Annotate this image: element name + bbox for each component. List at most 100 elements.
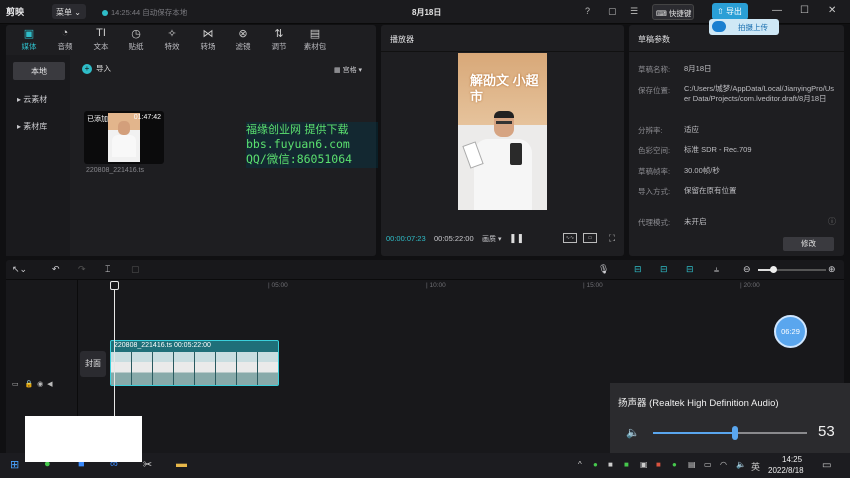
- transition-icon: ⋈: [202, 28, 214, 40]
- lock-icon[interactable]: 🔒: [24, 381, 33, 388]
- maximize-icon[interactable]: ☐: [800, 5, 809, 16]
- cover-button[interactable]: 封面: [80, 351, 106, 377]
- tray-icon[interactable]: ▣: [640, 460, 648, 469]
- tray-icon[interactable]: ●: [672, 460, 677, 469]
- upload-tooltip[interactable]: 拍摄上传: [709, 19, 779, 35]
- network-icon[interactable]: ▭: [704, 460, 712, 469]
- volume-slider[interactable]: [653, 426, 807, 440]
- close-icon[interactable]: ✕: [828, 5, 836, 16]
- file-explorer-icon[interactable]: ▬: [176, 458, 187, 470]
- minimize-icon[interactable]: —: [772, 5, 782, 16]
- tab-audio[interactable]: ◔ 音频: [50, 27, 80, 52]
- zoom-handle[interactable]: [770, 266, 777, 273]
- media-icon: ▣: [23, 28, 35, 40]
- adjust-icon: ⇅: [274, 28, 284, 40]
- player-panel: 播放器 解劭文 小超市 00:00:07:23 00:05:22:00 画质 ▾…: [381, 25, 624, 256]
- tab-adjust[interactable]: ⇅ 调节: [264, 27, 294, 52]
- feedback-icon[interactable]: ▢: [608, 6, 617, 17]
- jianying-taskbar-icon[interactable]: ✂: [143, 458, 152, 471]
- zoom-slider[interactable]: [758, 266, 826, 273]
- undo-icon[interactable]: ↶: [52, 264, 60, 275]
- volume-fill: [653, 432, 735, 434]
- clip-filename: 220808_221416.ts: [86, 167, 144, 174]
- tab-filter[interactable]: ⊗ 滤镜: [228, 27, 258, 52]
- select-tool-icon[interactable]: ↖⌄: [12, 264, 27, 275]
- playhead-handle[interactable]: [110, 281, 119, 290]
- shortcut-button[interactable]: ⌨ 快捷键: [652, 4, 694, 20]
- param-label: 色彩空间:: [638, 146, 671, 155]
- wechat-tray-icon[interactable]: ●: [593, 460, 598, 469]
- microphone-icon[interactable]: 🎙: [598, 264, 609, 275]
- delete-icon[interactable]: ▢: [131, 264, 140, 275]
- time-ruler[interactable]: | 05:00 | 10:00 | 15:00 | 20:00: [78, 280, 844, 294]
- redo-icon[interactable]: ↷: [78, 264, 86, 275]
- clip-label: 220808_221416.ts 00:05:22:00: [114, 342, 211, 349]
- jianying-editor: { "app": { "logo": "剪映", "menu": "菜单", "…: [0, 0, 850, 478]
- clock-time[interactable]: 14:25: [782, 455, 802, 464]
- linkage-icon[interactable]: ⊟: [686, 264, 694, 275]
- aspect-ratio-icon[interactable]: ▭: [583, 233, 597, 243]
- auto-snap-icon[interactable]: ⊟: [660, 264, 668, 275]
- clock-date[interactable]: 2022/8/18: [768, 466, 804, 475]
- export-button[interactable]: ⇧ 导出: [712, 3, 748, 20]
- wifi-icon[interactable]: ◠: [720, 460, 727, 469]
- video-preview[interactable]: 解劭文 小超市: [458, 53, 547, 210]
- zoom-out-icon[interactable]: ⊖: [743, 264, 751, 275]
- sidebar-item-local[interactable]: 本地: [13, 62, 65, 80]
- param-label: 保存位置:: [638, 86, 671, 95]
- tab-transition[interactable]: ⋈ 转场: [193, 27, 223, 52]
- tab-media[interactable]: ▣ 媒体: [14, 27, 44, 52]
- divider: [381, 51, 624, 52]
- zoom-in-icon[interactable]: ⊕: [828, 264, 836, 275]
- pause-icon[interactable]: ❚❚: [509, 233, 524, 244]
- tray-icon[interactable]: ■: [624, 460, 629, 469]
- media-tabs: ▣ 媒体 ◔ 音频 TI 文本 ◷ 贴纸 ✧ 特效 ⋈ 转场 ⊗ 滤镜 ⇅ 调节 ▤ 素材包: [6, 25, 376, 55]
- presenter-body: [474, 139, 532, 210]
- tray-icon[interactable]: ■: [656, 460, 661, 469]
- quality-select[interactable]: 画质 ▾: [482, 234, 501, 244]
- preview-axis-icon[interactable]: ⫨: [714, 264, 719, 275]
- menu-button[interactable]: 菜单 ⌄: [52, 4, 86, 19]
- split-icon[interactable]: ⌶: [105, 264, 110, 275]
- film-frame: [195, 352, 216, 385]
- tab-label: 文本: [93, 42, 109, 51]
- eye-icon[interactable]: ◉: [37, 381, 43, 388]
- presenter-face: [118, 121, 130, 135]
- tab-effects[interactable]: ✧ 特效: [157, 27, 187, 52]
- waveform-icon[interactable]: ∿∿: [563, 233, 577, 243]
- tab-sticker[interactable]: ◷ 贴纸: [121, 27, 151, 52]
- fullscreen-icon[interactable]: ⛶: [605, 233, 619, 243]
- watermark-overlay: 福缘创业网 提供下载 bbs.fuyuan6.com QQ/微信:8605106…: [246, 122, 378, 168]
- modify-button[interactable]: 修改: [783, 237, 834, 251]
- tab-package[interactable]: ▤ 素材包: [300, 27, 330, 52]
- media-clip-thumbnail[interactable]: 已添加 01:47:42: [84, 111, 164, 164]
- ime-indicator[interactable]: 英: [751, 460, 760, 473]
- volume-tray-icon[interactable]: 🔈: [736, 460, 746, 469]
- windows-start-icon[interactable]: ⊞: [10, 458, 19, 471]
- info-icon[interactable]: ⓘ: [828, 216, 836, 227]
- film-frame: [174, 352, 195, 385]
- tray-icon[interactable]: ▤: [688, 460, 696, 469]
- tab-label: 调节: [271, 42, 287, 51]
- speaker-volume-icon[interactable]: 🔈: [626, 426, 640, 439]
- floating-timer-badge[interactable]: 06:29: [774, 315, 807, 348]
- timeline-clip[interactable]: 220808_221416.ts 00:05:22:00: [110, 340, 279, 386]
- autosave-status: 14:25:44 自动保存本地: [102, 7, 187, 18]
- phone: [510, 143, 522, 165]
- speaker-icon[interactable]: ◀: [47, 381, 52, 388]
- import-button[interactable]: + 导入: [82, 63, 111, 77]
- main-track-magnet-icon[interactable]: ⊟: [634, 264, 642, 275]
- chevron-up-icon[interactable]: ^: [578, 460, 582, 469]
- notification-icon[interactable]: ▭: [822, 460, 831, 471]
- param-value: 30.00帧/秒: [684, 166, 720, 175]
- sidebar-item-library[interactable]: ▸ 素材库: [13, 117, 65, 135]
- sidebar-item-cloud[interactable]: ▸ 云素材: [13, 90, 65, 108]
- tray-icon[interactable]: ■: [608, 460, 613, 469]
- settings-icon[interactable]: ☰: [630, 6, 638, 17]
- tab-text[interactable]: TI 文本: [86, 27, 116, 52]
- help-icon[interactable]: ?: [585, 6, 590, 16]
- view-mode-select[interactable]: ▦ 宫格 ▾: [334, 65, 362, 75]
- tab-label: 素材包: [303, 42, 327, 51]
- film-frame: [258, 352, 278, 385]
- volume-handle[interactable]: [731, 426, 738, 440]
